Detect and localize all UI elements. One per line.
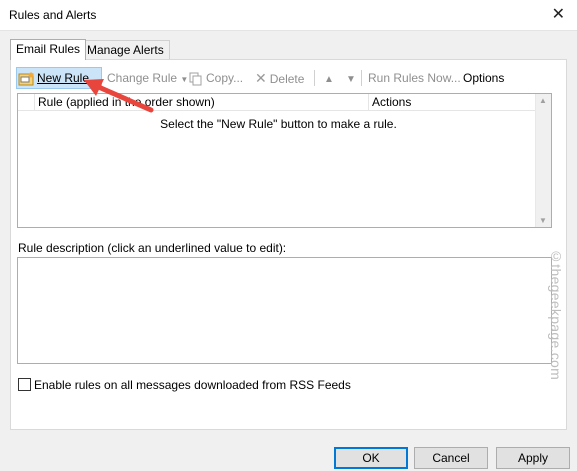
rss-rules-checkbox[interactable] xyxy=(18,378,31,391)
apply-button[interactable]: Apply xyxy=(496,447,570,469)
column-divider xyxy=(368,94,369,110)
options-button[interactable]: Options xyxy=(463,68,504,88)
new-rule-button[interactable]: New Rule... xyxy=(18,68,99,88)
new-rule-icon xyxy=(18,72,34,86)
arrow-down-icon: ▼ xyxy=(346,74,356,85)
title-bar: Rules and Alerts ✕ xyxy=(0,0,577,31)
chevron-down-icon: ▼ xyxy=(180,75,189,84)
rule-description-label: Rule description (click an underlined va… xyxy=(18,241,287,255)
rss-rules-checkbox-label[interactable]: Enable rules on all messages downloaded … xyxy=(34,378,351,392)
rules-list[interactable]: Rule (applied in the order shown) Action… xyxy=(17,93,552,228)
rule-description-box[interactable] xyxy=(17,257,552,364)
watermark: ©thegeekpage.com xyxy=(548,248,564,381)
column-header-rule[interactable]: Rule (applied in the order shown) xyxy=(38,95,215,109)
scroll-up-icon[interactable]: ▲ xyxy=(539,96,547,105)
column-header-actions[interactable]: Actions xyxy=(372,95,411,109)
change-rule-button[interactable]: Change Rule ▼ xyxy=(107,68,188,88)
delete-button[interactable]: ✕ Delete xyxy=(255,68,304,88)
window-title: Rules and Alerts xyxy=(9,8,97,22)
run-rules-now-label: Run Rules Now... xyxy=(368,71,461,85)
change-rule-label: Change Rule xyxy=(107,71,178,85)
delete-label: Delete xyxy=(269,72,305,86)
close-icon[interactable]: ✕ xyxy=(552,4,565,24)
options-label: Options xyxy=(463,71,505,85)
cancel-button[interactable]: Cancel xyxy=(414,447,488,469)
copy-label: Copy... xyxy=(206,71,244,85)
copy-icon xyxy=(189,72,202,86)
new-rule-label: New Rule... xyxy=(37,71,100,85)
tab-manage-alerts[interactable]: Manage Alerts xyxy=(81,40,170,59)
column-divider xyxy=(34,94,35,110)
ok-button[interactable]: OK xyxy=(334,447,408,469)
rules-list-header: Rule (applied in the order shown) Action… xyxy=(18,94,539,111)
copy-button[interactable]: Copy... xyxy=(189,68,243,88)
arrow-up-icon: ▲ xyxy=(324,74,334,85)
move-up-button[interactable]: ▲ xyxy=(324,68,334,88)
empty-rules-message: Select the "New Rule" button to make a r… xyxy=(160,117,397,131)
toolbar-divider xyxy=(314,70,315,86)
toolbar-divider xyxy=(361,70,362,86)
rules-list-scrollbar[interactable]: ▲ ▼ xyxy=(535,94,551,227)
delete-icon: ✕ xyxy=(255,70,267,86)
scroll-down-icon[interactable]: ▼ xyxy=(539,216,547,225)
tab-email-rules[interactable]: Email Rules xyxy=(10,39,87,60)
move-down-button[interactable]: ▼ xyxy=(346,68,356,88)
run-rules-now-button[interactable]: Run Rules Now... xyxy=(368,68,461,88)
